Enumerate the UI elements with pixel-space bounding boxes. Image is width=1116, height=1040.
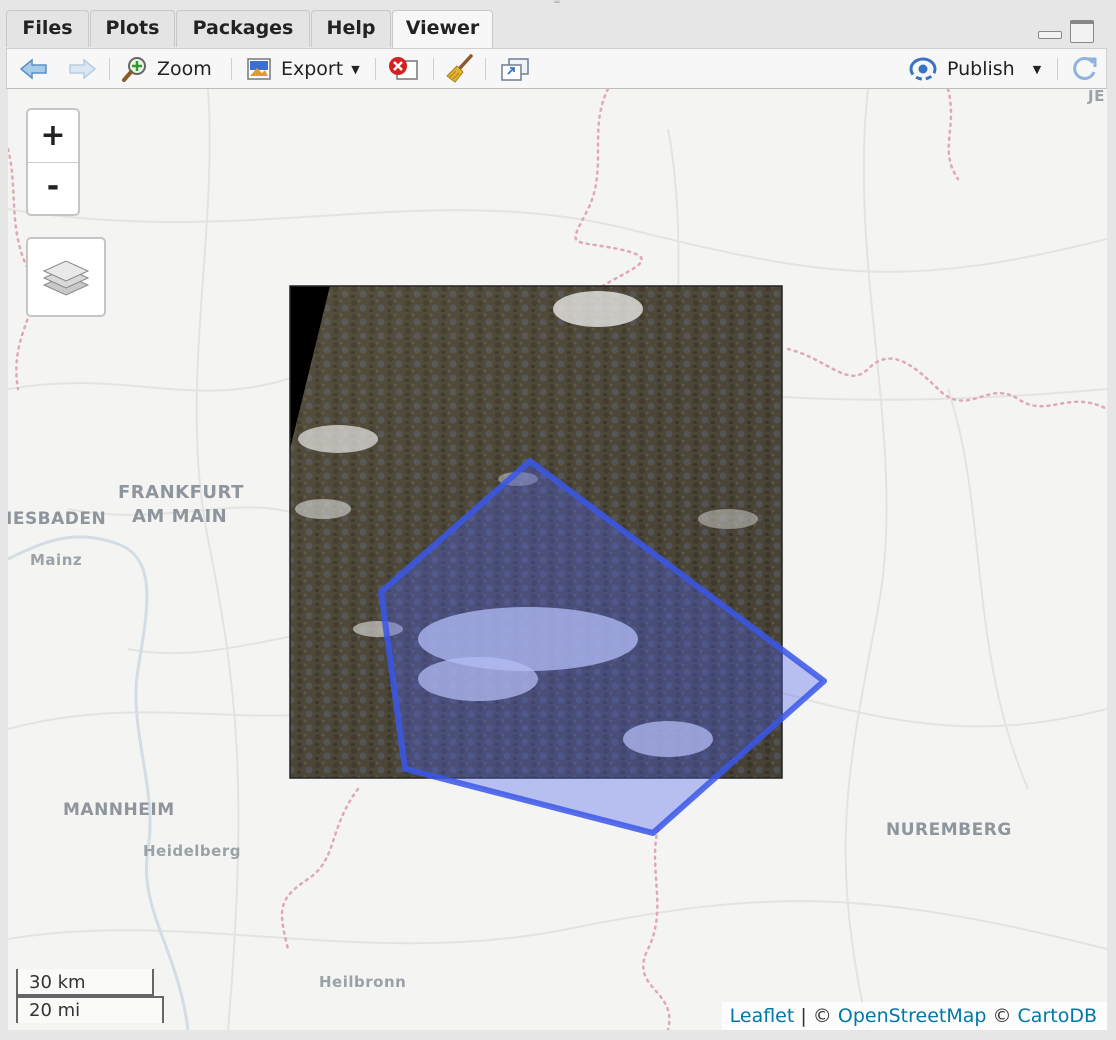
tab-help[interactable]: Help [311, 10, 391, 47]
arrow-left-icon [19, 58, 47, 80]
map-attribution: Leaflet | © OpenStreetMap © CartoDB [721, 1002, 1107, 1030]
arrow-right-icon [69, 58, 97, 80]
place-label: FRANKFURT [118, 482, 244, 503]
layers-control-button[interactable] [26, 237, 106, 317]
toolbar-separator [433, 58, 434, 80]
remove-plot-button[interactable] [387, 49, 421, 89]
toolbar-separator [375, 58, 376, 80]
tab-packages[interactable]: Packages [176, 10, 310, 47]
scale-bar-metric: 30 km [16, 969, 154, 996]
pane-tabstrip: Files Plots Packages Help Viewer [6, 10, 1107, 48]
export-menu-button[interactable]: Export ▼ [245, 49, 360, 89]
place-label: AM MAIN [132, 506, 228, 527]
maximize-pane-icon[interactable] [1070, 20, 1094, 43]
toolbar-separator [485, 58, 486, 80]
layers-icon [42, 260, 90, 296]
chevron-down-icon: ▼ [351, 62, 360, 76]
zoom-icon [122, 57, 146, 82]
zoom-button[interactable]: Zoom [121, 49, 212, 89]
place-label: IESBADEN [8, 509, 107, 529]
publish-icon [909, 57, 937, 81]
tab-files[interactable]: Files [6, 10, 89, 47]
place-label: NUREMBERG [886, 820, 1012, 840]
zoom-in-button[interactable]: + [28, 110, 78, 163]
chevron-down-icon: ▼ [1032, 62, 1042, 76]
minimize-pane-icon[interactable] [1038, 31, 1062, 39]
publish-menu-button[interactable]: Publish ▼ [907, 49, 1041, 89]
toolbar-separator [1057, 58, 1058, 80]
zoom-out-button[interactable]: - [28, 163, 78, 215]
zoom-label: Zoom [157, 58, 212, 80]
tab-plots[interactable]: Plots [90, 10, 175, 47]
basemap-tiles [8, 89, 1107, 1030]
remove-plot-icon [389, 57, 418, 80]
show-in-window-button[interactable] [499, 49, 531, 89]
zoom-control: + - [26, 108, 80, 216]
leaflet-link[interactable]: Leaflet [730, 1005, 795, 1027]
cartodb-link[interactable]: CartoDB [1018, 1005, 1097, 1027]
leaflet-map[interactable]: FRANKFURT AM MAIN IESBADEN Mainz MANNHEI… [8, 89, 1107, 1030]
place-label: MANNHEIM [63, 800, 175, 820]
attribution-separator: © [986, 1005, 1018, 1027]
toolbar-separator [109, 58, 110, 80]
clear-all-button[interactable] [445, 49, 475, 89]
forward-button[interactable] [67, 49, 97, 89]
publish-label: Publish [947, 58, 1015, 80]
back-button[interactable] [19, 49, 49, 89]
toolbar-separator [231, 58, 232, 80]
place-label: Heilbronn [319, 973, 407, 991]
export-image-icon [247, 58, 271, 80]
place-label: Mainz [30, 551, 83, 569]
export-label: Export [281, 58, 344, 80]
refresh-button[interactable] [1069, 49, 1099, 89]
refresh-icon [1073, 56, 1097, 80]
attribution-separator: | © [794, 1005, 838, 1027]
pane-resize-grip[interactable]: ═ [549, 0, 565, 8]
broom-icon [446, 54, 473, 83]
place-label: Heidelberg [143, 842, 241, 860]
openstreetmap-link[interactable]: OpenStreetMap [838, 1005, 987, 1027]
show-in-window-icon [501, 58, 529, 81]
scale-bar-imperial: 20 mi [16, 996, 164, 1023]
tab-viewer[interactable]: Viewer [392, 10, 493, 48]
viewer-toolbar: Zoom Export ▼ Publish ▼ [6, 48, 1107, 89]
place-label: JE [1088, 89, 1105, 105]
